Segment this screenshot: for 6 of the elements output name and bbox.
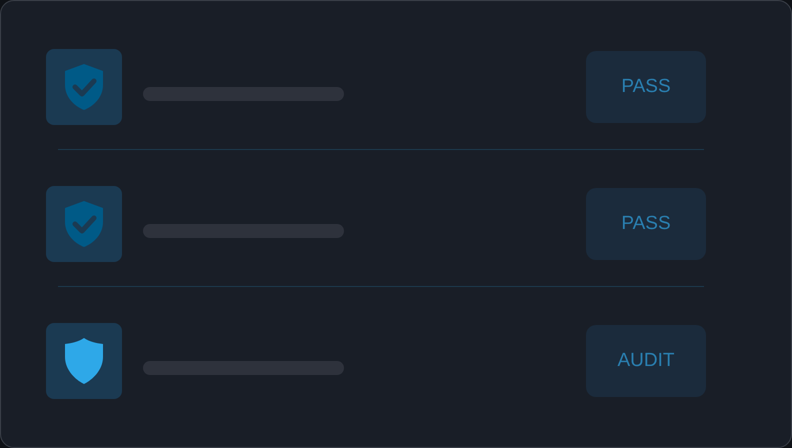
shield-check-icon bbox=[64, 200, 104, 248]
shield-icon bbox=[64, 337, 104, 385]
status-badge: AUDIT bbox=[586, 325, 706, 397]
status-badge: PASS bbox=[586, 188, 706, 260]
shield-check-icon bbox=[64, 63, 104, 111]
status-badge: PASS bbox=[586, 51, 706, 123]
